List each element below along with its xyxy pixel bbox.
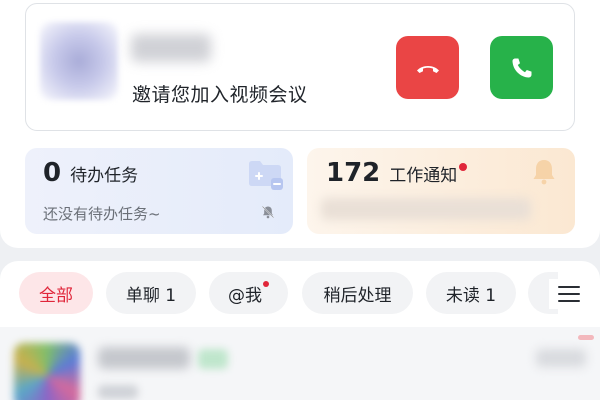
todo-count: 0 — [43, 158, 62, 188]
conversation-avatar — [14, 343, 80, 400]
notification-preview-redacted — [321, 198, 531, 220]
todo-title: 0 待办任务 — [43, 158, 138, 188]
top-panel: 邀请您加入视频会议 0 待办任务 还没有待办任务~ 172 工作通知 — [0, 0, 600, 248]
work-notifications-card[interactable]: 172 工作通知 — [307, 148, 575, 234]
filter-chip-label: 未读 1 — [445, 285, 497, 306]
unread-dot — [459, 163, 468, 171]
filter-chip-later[interactable]: 稍后处理 — [302, 272, 413, 314]
task-folder-icon — [249, 161, 283, 190]
caller-avatar — [40, 22, 118, 100]
conversation-list-item[interactable] — [0, 327, 600, 400]
pinned-marker — [578, 335, 594, 340]
notifications-count: 172 — [326, 158, 381, 188]
conversation-filter-bar: 全部 单聊 1 @我 稍后处理 未读 1 — [0, 261, 600, 327]
conversation-title-redacted — [98, 347, 190, 369]
mute-bell-icon — [262, 206, 274, 219]
filter-chip-all[interactable]: 全部 — [19, 272, 93, 314]
conversation-preview-redacted — [98, 385, 138, 399]
notifications-label: 工作通知 — [389, 166, 458, 186]
phone-hangup-icon — [416, 65, 439, 73]
filter-chip-label: 单聊 1 — [125, 285, 177, 306]
phone-answer-icon — [512, 58, 531, 77]
video-call-invite-card[interactable]: 邀请您加入视频会议 — [25, 3, 575, 131]
menu-icon[interactable] — [549, 279, 589, 309]
todo-empty-text: 还没有待办任务~ — [43, 205, 161, 223]
mention-unread-dot — [263, 281, 269, 287]
hamburger-icon — [558, 286, 580, 302]
filter-chip-mentions[interactable]: @我 — [209, 272, 288, 314]
caller-name-redacted — [131, 34, 211, 62]
conversation-time-redacted — [536, 349, 586, 367]
accept-call-button[interactable] — [490, 36, 553, 99]
bell-icon — [533, 160, 555, 185]
filter-chip-label: 全部 — [39, 285, 73, 306]
conversation-tag-redacted — [198, 349, 228, 369]
decline-call-button[interactable] — [396, 36, 459, 99]
filter-chip-label: @我 — [228, 285, 262, 306]
notifications-title: 172 工作通知 — [326, 158, 468, 188]
invite-message: 邀请您加入视频会议 — [132, 84, 308, 106]
filter-chip-unread[interactable]: 未读 1 — [426, 272, 516, 314]
todo-label: 待办任务 — [70, 166, 139, 186]
filter-chip-label: 稍后处理 — [323, 285, 392, 306]
filter-chip-direct-chat[interactable]: 单聊 1 — [106, 272, 196, 314]
todo-tasks-card[interactable]: 0 待办任务 还没有待办任务~ — [25, 148, 293, 234]
